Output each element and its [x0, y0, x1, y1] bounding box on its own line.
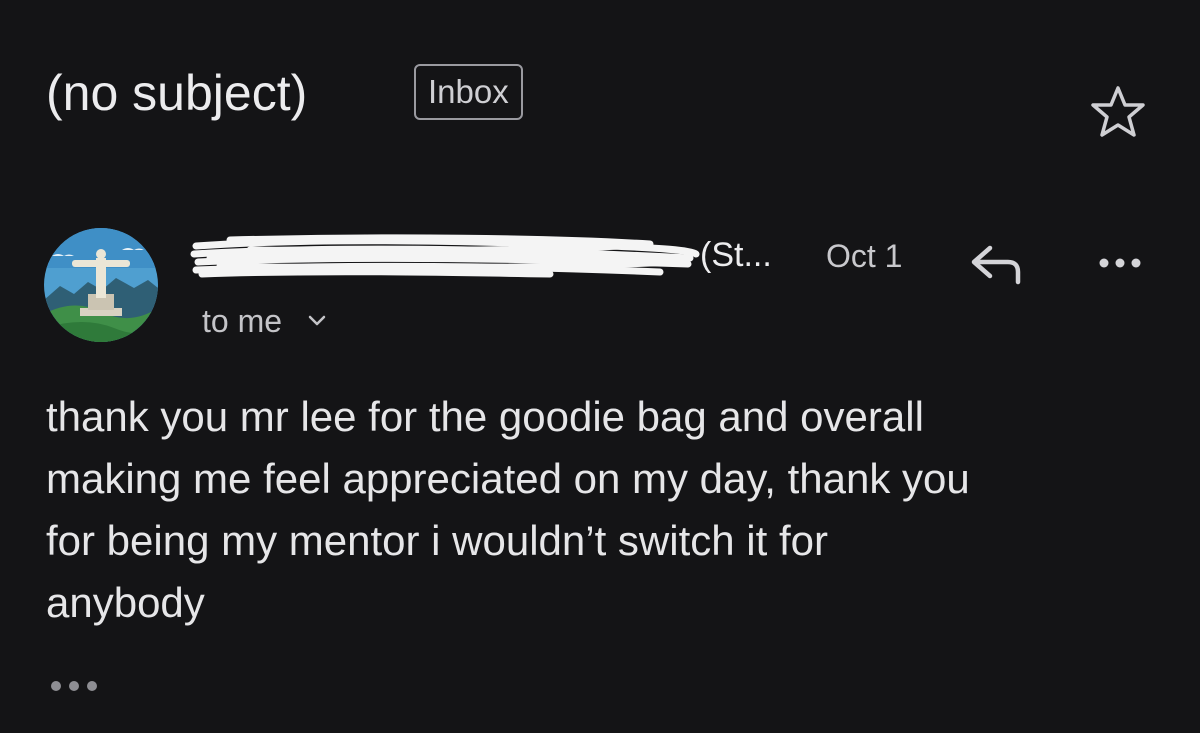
email-subject: (no subject) [46, 65, 308, 121]
recipient-text: to me [202, 303, 283, 339]
redaction-scribble [190, 234, 700, 278]
body-line: anybody [46, 579, 205, 626]
body-line: for being my mentor i wouldn’t switch it… [46, 517, 828, 564]
show-trimmed-content-icon[interactable] [46, 674, 102, 698]
email-view: (no subject) Inbox (St... Oct 1 to me th… [0, 0, 1200, 733]
email-body: thank you mr lee for the goodie bag and … [46, 386, 1156, 634]
body-line: making me feel appreciated on my day, th… [46, 455, 970, 502]
email-date: Oct 1 [826, 238, 903, 274]
sender-name-text: (St... [700, 236, 772, 274]
recipient-details-toggle[interactable]: to me [202, 298, 327, 344]
reply-icon[interactable] [966, 238, 1030, 288]
sender-name[interactable]: (St... [190, 232, 772, 278]
body-line: thank you mr lee for the goodie bag and … [46, 393, 924, 440]
chevron-down-icon [308, 315, 326, 325]
inbox-label-chip[interactable]: Inbox [414, 64, 523, 120]
more-options-icon[interactable] [1090, 245, 1150, 281]
star-icon[interactable] [1088, 84, 1148, 140]
sender-avatar[interactable] [44, 228, 158, 342]
